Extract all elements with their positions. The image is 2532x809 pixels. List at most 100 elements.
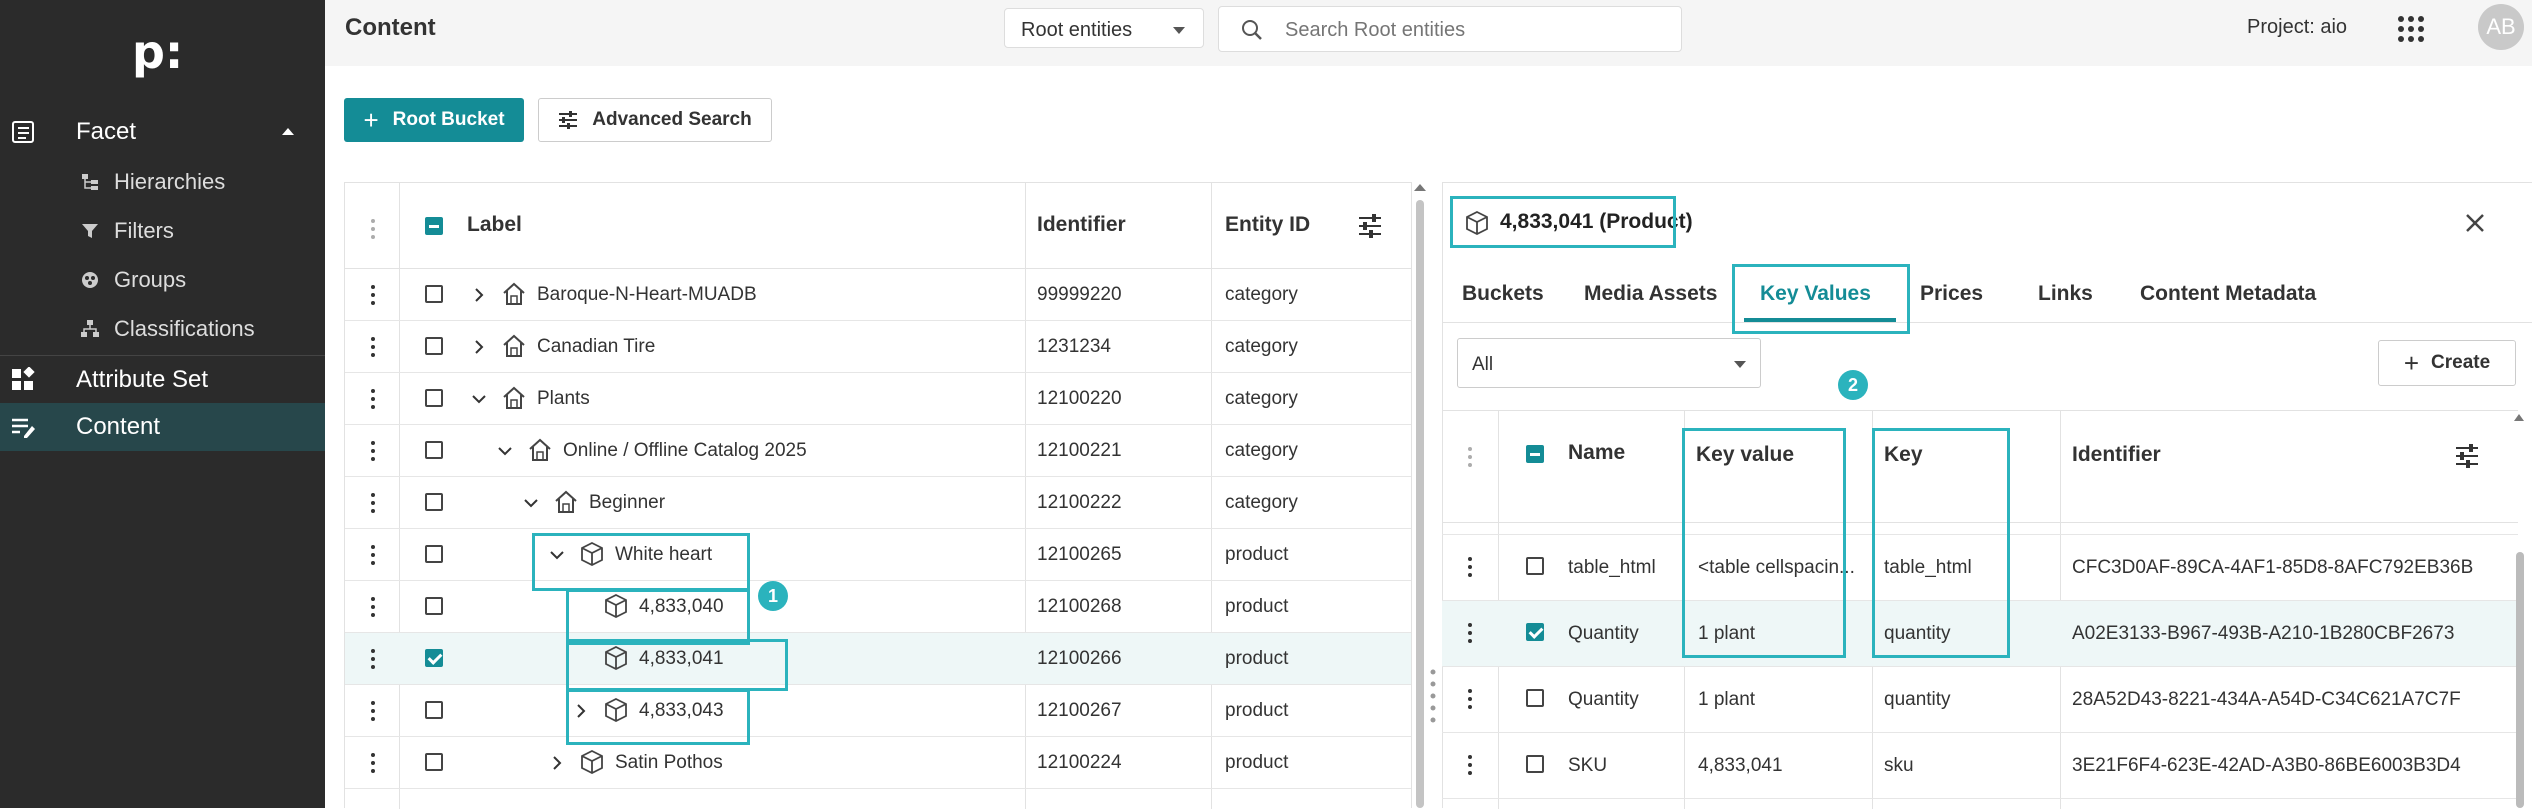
row-checkbox[interactable]	[425, 649, 443, 667]
row-checkbox[interactable]	[425, 337, 443, 355]
more-vert-icon[interactable]	[371, 545, 375, 565]
table-row[interactable]: 4,833,040 12100268 product	[345, 581, 1411, 633]
more-vert-icon[interactable]	[371, 753, 375, 773]
select-all-checkbox[interactable]	[425, 217, 443, 235]
close-icon[interactable]	[2464, 212, 2486, 234]
row-checkbox[interactable]	[1526, 689, 1544, 707]
more-vert-icon[interactable]	[371, 219, 375, 239]
column-header-identifier[interactable]: Identifier	[2072, 443, 2161, 467]
row-checkbox[interactable]	[425, 753, 443, 771]
key-value-filter-select[interactable]: All	[1457, 338, 1761, 388]
annotation-badge: 2	[1838, 370, 1868, 400]
tab-media-assets[interactable]: Media Assets	[1584, 282, 1717, 306]
table-row[interactable]: Quantity 1 plant quantity A02E3133-B967-…	[1442, 601, 2518, 667]
row-checkbox[interactable]	[425, 285, 443, 303]
row-checkbox[interactable]	[425, 493, 443, 511]
home-icon	[529, 438, 551, 461]
more-vert-icon[interactable]	[1468, 689, 1472, 709]
tab-buckets[interactable]: Buckets	[1462, 282, 1544, 306]
sidebar-item-hierarchies[interactable]: Hierarchies	[0, 158, 325, 206]
table-row[interactable]: SKU 4,833,041 sku 3E21F6F4-623E-42AD-A3B…	[1442, 733, 2518, 799]
scroll-up-icon[interactable]	[1414, 184, 1426, 191]
table-row[interactable]: table_html <table cellspacin... table_ht…	[1442, 535, 2518, 601]
table-row[interactable]: Satin Pothos 12100224 product	[345, 737, 1411, 789]
advanced-search-button[interactable]: Advanced Search	[538, 98, 772, 142]
more-vert-icon[interactable]	[1468, 557, 1472, 577]
column-header-name[interactable]: Name	[1568, 441, 1625, 465]
chevron-right-icon[interactable]	[571, 701, 591, 721]
more-vert-icon[interactable]	[1468, 447, 1472, 467]
scroll-up-icon[interactable]	[2514, 414, 2524, 421]
column-header-key-value[interactable]: Key value	[1696, 443, 1794, 467]
sliders-icon	[559, 111, 578, 129]
chevron-down-icon[interactable]	[521, 493, 541, 513]
more-vert-icon[interactable]	[371, 493, 375, 513]
tab-prices[interactable]: Prices	[1920, 282, 1983, 306]
scope-select[interactable]: Root entities	[1004, 8, 1204, 48]
tab-links[interactable]: Links	[2038, 282, 2093, 306]
row-entity: category	[1225, 284, 1298, 305]
project-label[interactable]: Project: aio	[2247, 16, 2347, 39]
row-entity: product	[1225, 596, 1289, 617]
row-checkbox[interactable]	[425, 597, 443, 615]
sidebar-item-classifications[interactable]: Classifications	[0, 305, 325, 353]
row-checkbox[interactable]	[1526, 623, 1544, 641]
sidebar-item-content[interactable]: Content	[0, 403, 325, 451]
more-vert-icon[interactable]	[371, 701, 375, 721]
table-row[interactable]: Beginner 12100222 category	[345, 477, 1411, 529]
chevron-down-icon[interactable]	[469, 389, 489, 409]
sidebar-item-filters[interactable]: Filters	[0, 207, 325, 255]
more-vert-icon[interactable]	[1468, 755, 1472, 775]
search-input[interactable]	[1285, 17, 1665, 43]
panel-scrollbar[interactable]	[2516, 552, 2524, 808]
sidebar-item-groups[interactable]: Groups	[0, 256, 325, 304]
chevron-right-icon[interactable]	[547, 753, 567, 773]
table-row[interactable]: Online / Offline Catalog 2025 12100221 c…	[345, 425, 1411, 477]
row-checkbox[interactable]	[425, 441, 443, 459]
more-vert-icon[interactable]	[1468, 623, 1472, 643]
more-vert-icon[interactable]	[371, 441, 375, 461]
row-checkbox[interactable]	[425, 389, 443, 407]
table-row[interactable]: 4,833,041 12100266 product	[345, 633, 1411, 685]
tree-scrollbar[interactable]	[1416, 200, 1424, 808]
table-row[interactable]: Canadian Tire 1231234 category	[345, 321, 1411, 373]
apps-grid-icon[interactable]	[2396, 14, 2426, 44]
column-settings-icon[interactable]	[1357, 213, 1383, 239]
tabs-divider	[1442, 322, 2532, 323]
more-vert-icon[interactable]	[371, 337, 375, 357]
resize-handle-icon[interactable]	[1430, 666, 1436, 726]
table-row[interactable]: White heart 12100265 product	[345, 529, 1411, 581]
column-header-entity-id[interactable]: Entity ID	[1225, 213, 1310, 237]
table-row[interactable]: Baroque-N-Heart-MUADB 99999220 category	[345, 269, 1411, 321]
sidebar-item-attribute-set[interactable]: Attribute Set	[0, 355, 325, 403]
tab-content-metadata[interactable]: Content Metadata	[2140, 282, 2316, 306]
avatar[interactable]: AB	[2478, 4, 2524, 50]
home-icon	[503, 282, 525, 305]
row-checkbox[interactable]	[425, 545, 443, 563]
row-identifier: 12100265	[1037, 544, 1122, 565]
root-bucket-button[interactable]: + Root Bucket	[344, 98, 524, 142]
chevron-right-icon[interactable]	[469, 337, 489, 357]
table-row[interactable]: 4,833,043 12100267 product	[345, 685, 1411, 737]
row-checkbox[interactable]	[1526, 557, 1544, 575]
chevron-down-icon[interactable]	[495, 441, 515, 461]
create-button[interactable]: + Create	[2378, 340, 2516, 386]
row-checkbox[interactable]	[1526, 755, 1544, 773]
column-settings-icon[interactable]	[2454, 443, 2480, 469]
chevron-right-icon[interactable]	[469, 285, 489, 305]
table-row[interactable]: Plants 12100220 category	[345, 373, 1411, 425]
chevron-down-icon[interactable]	[547, 545, 567, 565]
column-header-label[interactable]: Label	[467, 213, 522, 237]
tab-key-values[interactable]: Key Values	[1760, 282, 1871, 306]
more-vert-icon[interactable]	[371, 649, 375, 669]
table-row[interactable]: Quantity 1 plant quantity 28A52D43-8221-…	[1442, 667, 2518, 733]
sidebar-item-facet[interactable]: Facet	[0, 108, 325, 156]
column-header-identifier[interactable]: Identifier	[1037, 213, 1126, 237]
more-vert-icon[interactable]	[371, 389, 375, 409]
select-all-checkbox[interactable]	[1526, 445, 1544, 463]
column-header-key[interactable]: Key	[1884, 443, 1923, 467]
more-vert-icon[interactable]	[371, 285, 375, 305]
more-vert-icon[interactable]	[371, 597, 375, 617]
sidebar: p: Facet Hierarchies Filters Groups Clas…	[0, 0, 325, 808]
row-checkbox[interactable]	[425, 701, 443, 719]
